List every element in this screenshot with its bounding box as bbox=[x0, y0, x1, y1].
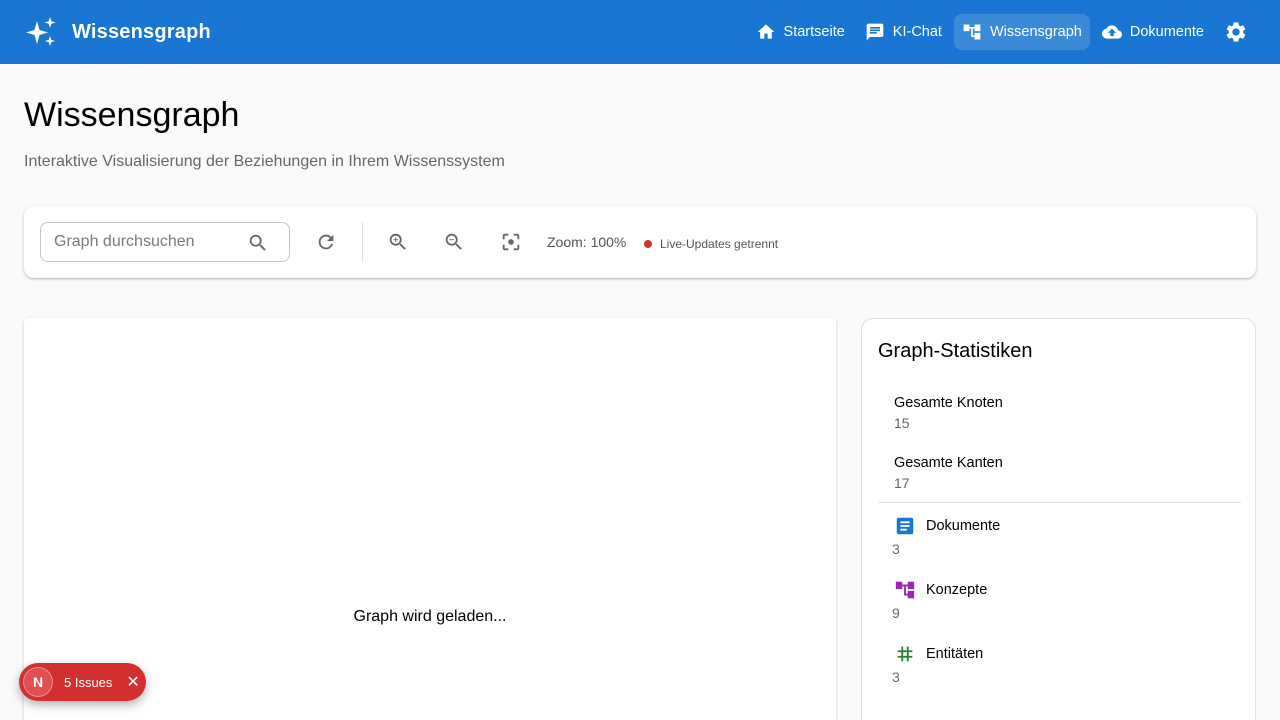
nav-label: Wissensgraph bbox=[989, 24, 1082, 40]
nextjs-logo-icon: N bbox=[23, 667, 53, 697]
toolbar-divider bbox=[362, 222, 363, 262]
gear-icon bbox=[1226, 22, 1246, 42]
app-title: Wissensgraph bbox=[72, 20, 211, 43]
stats-title: Graph-Statistiken bbox=[878, 340, 1033, 362]
search-input[interactable] bbox=[54, 233, 244, 251]
zoom-out-icon bbox=[445, 233, 462, 250]
page-title: Wissensgraph bbox=[24, 96, 240, 134]
document-icon bbox=[896, 517, 914, 535]
cloud-upload-icon bbox=[1101, 25, 1122, 39]
refresh-icon bbox=[318, 234, 334, 250]
zoom-out-button[interactable] bbox=[442, 230, 466, 254]
issues-badge[interactable]: N 5 Issues ✕ bbox=[19, 663, 146, 701]
center-focus-button[interactable] bbox=[499, 230, 523, 254]
stats-divider bbox=[878, 502, 1241, 503]
refresh-button[interactable] bbox=[314, 230, 338, 254]
category-value: 3 bbox=[892, 541, 900, 557]
brand[interactable]: Wissensgraph bbox=[24, 15, 211, 49]
stat-label: Gesamte Kanten bbox=[894, 455, 1003, 471]
hash-icon bbox=[897, 646, 913, 662]
graph-icon bbox=[963, 24, 981, 40]
nav-ki-chat[interactable]: KI-Chat bbox=[857, 14, 950, 50]
settings-button[interactable] bbox=[1216, 12, 1256, 52]
stat-value: 15 bbox=[894, 415, 910, 431]
status-dot bbox=[644, 240, 652, 248]
graph-canvas[interactable]: Graph wird geladen... bbox=[24, 318, 836, 720]
nav-wissensgraph[interactable]: Wissensgraph bbox=[953, 14, 1090, 50]
app-bar: Wissensgraph Startseite KI-Chat Wissensg… bbox=[0, 0, 1280, 64]
graph-toolbar: Zoom: 100% Live-Updates getrennt bbox=[24, 206, 1256, 278]
stat-documents: Dokumente 3 bbox=[892, 515, 1001, 557]
page-subtitle: Interaktive Visualisierung der Beziehung… bbox=[24, 153, 505, 170]
graph-statistics: Graph-Statistiken Gesamte Knoten 15 Gesa… bbox=[861, 318, 1256, 720]
stat-entities: Entitäten 3 bbox=[892, 643, 984, 685]
category-label: Entitäten bbox=[926, 646, 984, 662]
stat-total-edges: Gesamte Kanten 17 bbox=[894, 455, 1003, 491]
category-value: 9 bbox=[892, 605, 900, 621]
home-icon bbox=[757, 24, 774, 39]
issues-label: 5 Issues bbox=[64, 674, 113, 690]
loading-text: Graph wird geladen... bbox=[353, 608, 507, 625]
chat-icon bbox=[866, 23, 884, 41]
live-status: Live-Updates getrennt bbox=[644, 237, 778, 251]
live-status-label: Live-Updates getrennt bbox=[660, 237, 779, 251]
search-icon[interactable] bbox=[247, 232, 269, 254]
stat-concepts: Konzepte 9 bbox=[892, 579, 988, 621]
stat-total-nodes: Gesamte Knoten 15 bbox=[894, 395, 1003, 431]
sparkles-icon bbox=[26, 17, 56, 46]
nav-dokumente[interactable]: Dokumente bbox=[1094, 14, 1212, 50]
nav-label: Dokumente bbox=[1129, 24, 1204, 40]
main-nav: Startseite KI-Chat Wissensgraph Dokument… bbox=[748, 0, 1280, 64]
stat-value: 17 bbox=[894, 475, 910, 491]
category-label: Konzepte bbox=[926, 582, 988, 598]
search-field[interactable] bbox=[40, 222, 290, 262]
close-icon[interactable]: ✕ bbox=[126, 672, 139, 692]
category-label: Dokumente bbox=[926, 518, 1001, 534]
nav-label: KI-Chat bbox=[892, 24, 942, 40]
zoom-level: Zoom: 100% bbox=[547, 234, 627, 250]
zoom-in-button[interactable] bbox=[386, 230, 410, 254]
category-value: 3 bbox=[892, 669, 900, 685]
zoom-in-icon bbox=[389, 233, 406, 250]
nav-startseite[interactable]: Startseite bbox=[748, 14, 853, 50]
stat-label: Gesamte Knoten bbox=[894, 395, 1003, 411]
nav-label: Startseite bbox=[783, 24, 845, 40]
concept-icon bbox=[895, 581, 915, 599]
center-focus-icon bbox=[502, 233, 520, 251]
